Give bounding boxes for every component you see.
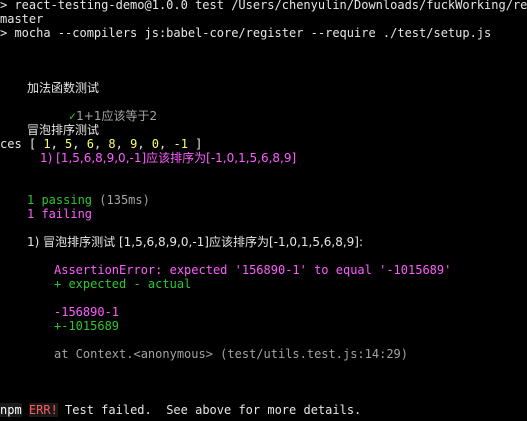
command-line: > mocha --compilers js:babel-core/regist… [0,26,492,40]
test-title: 1+1应该等于2 [76,109,158,123]
test-fail-row: 1) [1,5,6,8,9,0,-1]应该排序为[-1,0,1,5,6,8,9] [40,151,297,165]
log-suffix: ] [187,137,203,151]
log-value: 0 [151,137,160,151]
suite-title: 加法函数测试 [27,81,100,95]
terminal-window[interactable]: > react-testing-demo@1.0.0 test /Users/c… [0,0,527,421]
log-value: -1 [173,137,188,151]
npm-message: Test failed. See above for more details. [57,403,362,417]
passing-summary: 1 passing (135ms) [27,193,150,207]
failure-header: 1) 冒泡排序测试 [1,5,6,8,9,0,-1]应该排序为[-1,0,1,5… [27,235,364,249]
log-value: 8 [108,137,116,151]
log-value: 6 [86,137,94,151]
stack-trace: at Context.<anonymous> (test/utils.test.… [54,347,409,361]
assertion-error: AssertionError: expected '156890-1' to e… [54,263,452,277]
failing-summary: 1 failing [27,207,93,221]
command-line-wrap: master [0,12,44,26]
diff-legend: + expected - actual [54,277,192,291]
err-badge: ERR! [28,403,58,417]
diff-actual-line: -156890-1 [54,305,120,319]
npm-error-line: npm ERR! Test failed. See above for more… [0,403,361,417]
log-value: 1 [43,137,51,151]
suite-title: 冒泡排序测试 [27,123,100,137]
passing-time: (135ms) [99,193,150,207]
passing-count: 1 passing [27,193,93,207]
npm-label: npm [0,403,22,417]
log-prefix: ces [ [0,137,44,151]
command-line: > react-testing-demo@1.0.0 test /Users/c… [0,0,527,12]
diff-expected-line: +-1015689 [54,319,120,333]
console-log-line: ces [ 1, 5, 6, 8, 9, 0, -1 ] [0,137,203,151]
